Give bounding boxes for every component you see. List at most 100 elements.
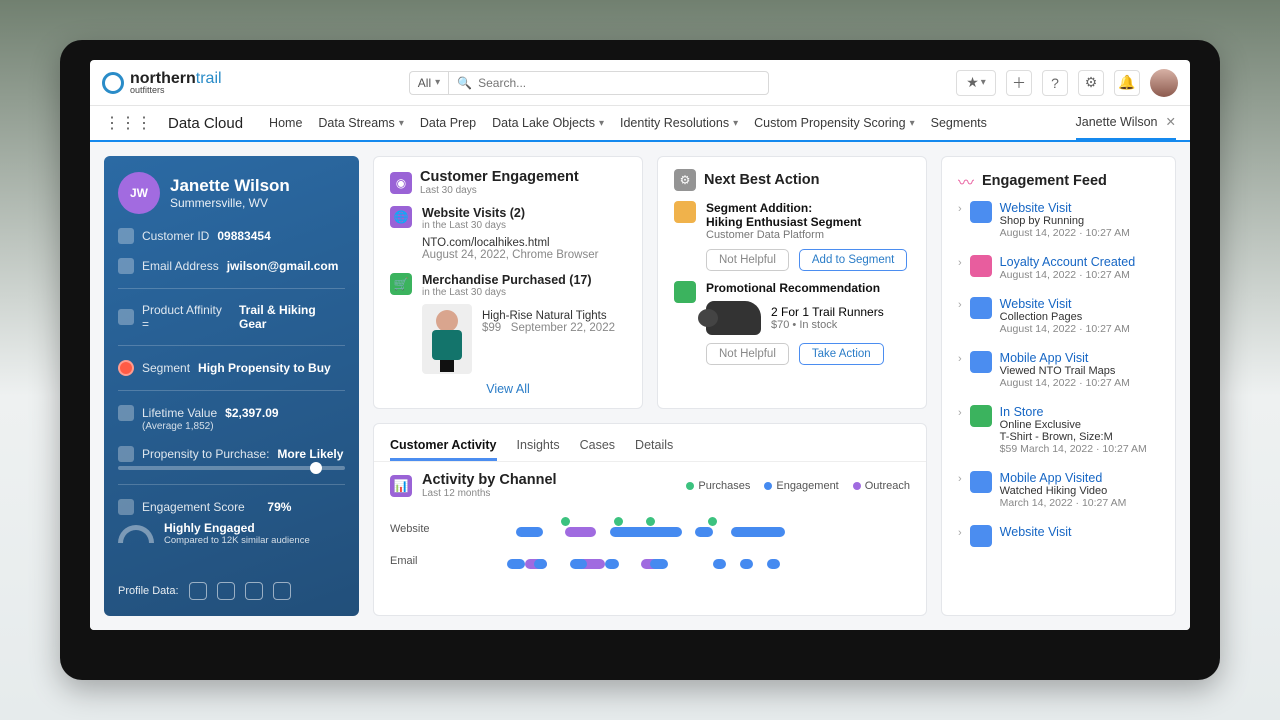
chevron-down-icon: ▾ — [599, 118, 604, 129]
not-helpful-button[interactable]: Not Helpful — [706, 249, 789, 271]
bell-icon[interactable]: 🔔 — [1114, 70, 1140, 96]
email-icon — [118, 258, 134, 274]
shield-icon[interactable] — [273, 582, 291, 600]
chevron-down-icon: ▾ — [399, 118, 404, 129]
not-helpful-button[interactable]: Not Helpful — [706, 343, 789, 365]
app-launcher-icon[interactable]: ⋮⋮⋮ — [104, 113, 152, 133]
gauge-icon — [118, 525, 154, 543]
feed-item-icon — [970, 405, 992, 427]
search-box[interactable]: 🔍 — [448, 71, 769, 95]
sparkle-icon[interactable] — [217, 582, 235, 600]
nav-data-streams[interactable]: Data Streams▾ — [318, 116, 403, 130]
product-thumb — [422, 304, 472, 374]
main: JW Janette Wilson Summersville, WV Custo… — [90, 142, 1190, 630]
heart-icon[interactable] — [245, 582, 263, 600]
feed-item[interactable]: › Website Visit Collection Pages August … — [958, 289, 1159, 343]
nav-identity[interactable]: Identity Resolutions▾ — [620, 116, 738, 130]
chevron-right-icon: › — [958, 299, 962, 335]
profile-name: Janette Wilson — [170, 176, 290, 196]
nav-home[interactable]: Home — [269, 116, 302, 130]
favorites-button[interactable]: ★▾ — [956, 70, 996, 96]
tab-insights[interactable]: Insights — [517, 432, 560, 461]
feed-item-icon — [970, 255, 992, 277]
feed-item[interactable]: › Mobile App Visit Viewed NTO Trail Maps… — [958, 343, 1159, 397]
ltv-icon — [118, 405, 134, 421]
next-best-action-panel: ⚙ Next Best Action Segment Addition: Hik… — [657, 156, 927, 409]
cart-icon: 🛒 — [390, 273, 412, 295]
nav-row: ⋮⋮⋮ Data Cloud Home Data Streams▾ Data P… — [90, 106, 1190, 142]
nba-header-icon: ⚙ — [674, 169, 696, 191]
segment-icon — [118, 360, 134, 376]
ltv-avg: (Average 1,852) — [142, 421, 345, 432]
nav-data-lake[interactable]: Data Lake Objects▾ — [492, 116, 604, 130]
chevron-right-icon: › — [958, 473, 962, 509]
feed-item-icon — [970, 351, 992, 373]
activity-panel: Customer Activity Insights Cases Details… — [373, 423, 927, 616]
chevron-down-icon: ▾ — [733, 118, 738, 129]
right-column: 〰 Engagement Feed › Website Visit Shop b… — [941, 156, 1176, 616]
chevron-right-icon: › — [958, 257, 962, 281]
search-scope[interactable]: All▾ — [409, 71, 448, 95]
profile-location: Summersville, WV — [170, 196, 290, 210]
brand-trail: trail — [196, 70, 222, 87]
topbar: northerntrail outfitters All▾ 🔍 ★▾ ＋ ? ⚙… — [90, 60, 1190, 106]
customer-engagement-panel: ◉ Customer EngagementLast 30 days 🌐 Webs… — [373, 156, 643, 409]
search-input[interactable] — [478, 76, 760, 90]
tab-details[interactable]: Details — [635, 432, 673, 461]
propensity-slider — [118, 466, 345, 470]
profile-card: JW Janette Wilson Summersville, WV Custo… — [104, 156, 359, 616]
feed-item-icon — [970, 297, 992, 319]
activity-chart: WebsiteEmail — [374, 509, 926, 587]
affinity-icon — [118, 309, 134, 325]
activity-tabs: Customer Activity Insights Cases Details — [374, 424, 926, 462]
app-name: Data Cloud — [168, 115, 243, 132]
user-avatar[interactable] — [1150, 69, 1178, 97]
help-icon[interactable]: ? — [1042, 70, 1068, 96]
feed-item[interactable]: › Website Visit Shop by Running August 1… — [958, 193, 1159, 247]
profile-avatar: JW — [118, 172, 160, 214]
chevron-down-icon: ▾ — [910, 118, 915, 129]
topbar-actions: ★▾ ＋ ? ⚙ 🔔 — [956, 69, 1178, 97]
gear-icon[interactable]: ⚙ — [1078, 70, 1104, 96]
take-action-button[interactable]: Take Action — [799, 343, 884, 365]
nto-logo-icon — [102, 72, 124, 94]
feed-item-icon — [970, 201, 992, 223]
chevron-down-icon: ▾ — [435, 77, 440, 88]
nav-propensity[interactable]: Custom Propensity Scoring▾ — [754, 116, 914, 130]
pulse-icon: 〰 — [958, 169, 974, 193]
cart-icon[interactable] — [189, 582, 207, 600]
nav-segments[interactable]: Segments — [931, 116, 987, 130]
nav-record-tab[interactable]: Janette Wilson✕ — [1076, 105, 1176, 141]
app-screen: northerntrail outfitters All▾ 🔍 ★▾ ＋ ? ⚙… — [90, 60, 1190, 630]
center-column: ◉ Customer EngagementLast 30 days 🌐 Webs… — [373, 156, 927, 616]
id-icon — [118, 228, 134, 244]
promo-icon — [674, 281, 696, 303]
shoe-thumb — [706, 301, 761, 335]
chevron-right-icon: › — [958, 407, 962, 455]
engagement-feed-panel: 〰 Engagement Feed › Website Visit Shop b… — [941, 156, 1176, 616]
feed-item[interactable]: › Loyalty Account Created August 14, 202… — [958, 247, 1159, 289]
feed-item-icon — [970, 471, 992, 493]
add-button[interactable]: ＋ — [1006, 70, 1032, 96]
feed-item[interactable]: › In Store Online Exclusive T-Shirt - Br… — [958, 397, 1159, 463]
feed-item-icon — [970, 525, 992, 547]
tab-customer-activity[interactable]: Customer Activity — [390, 432, 497, 461]
search-icon: 🔍 — [457, 76, 472, 90]
segment-add-icon — [674, 201, 696, 223]
close-icon[interactable]: ✕ — [1166, 114, 1176, 129]
engagement-icon — [118, 499, 134, 515]
propensity-icon — [118, 446, 134, 462]
chevron-right-icon: › — [958, 527, 962, 547]
profile-data-row: Profile Data: — [118, 582, 345, 600]
engagement-header-icon: ◉ — [390, 172, 412, 194]
tab-cases[interactable]: Cases — [580, 432, 615, 461]
globe-icon: 🌐 — [390, 206, 412, 228]
view-all-link[interactable]: View All — [390, 382, 626, 396]
feed-item[interactable]: › Mobile App Visited Watched Hiking Vide… — [958, 463, 1159, 517]
nav-data-prep[interactable]: Data Prep — [420, 116, 476, 130]
brand-logo: northerntrail outfitters — [102, 70, 222, 95]
feed-item[interactable]: › Website Visit — [958, 517, 1159, 555]
add-to-segment-button[interactable]: Add to Segment — [799, 249, 907, 271]
activity-icon: 📊 — [390, 475, 412, 497]
chevron-right-icon: › — [958, 353, 962, 389]
